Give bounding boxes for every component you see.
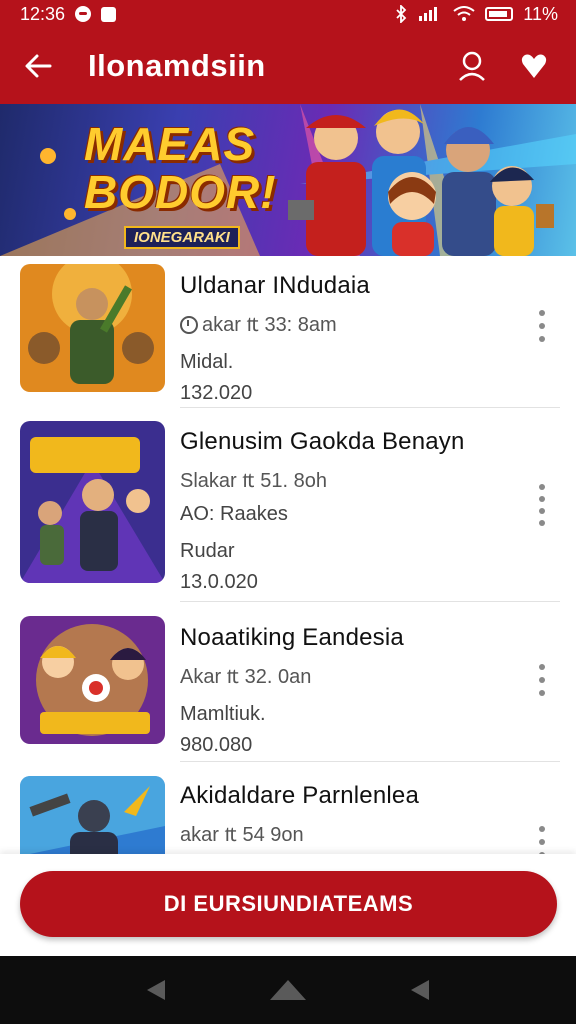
character-dark-hair [490,166,554,256]
game-category: Mamltiuk. [180,703,266,725]
nav-back-button[interactable] [134,968,178,1012]
game-thumbnail [20,776,165,854]
game-list: Uldanar INdudaia akar ₶ 33: 8am Midal. 1… [0,256,576,854]
cta-button[interactable]: DI EURSIUNDIATEAMS [20,871,557,937]
heart-icon [521,54,547,78]
profile-icon [459,51,485,81]
character-helmet [442,127,496,256]
notification-square-icon [101,6,117,22]
game-meta-text: akar ₶ 33: 8am [202,314,337,336]
game-thumbnail [20,421,165,583]
status-time: 12:36 [20,3,66,24]
game-category: Midal. [180,351,234,373]
list-item[interactable]: Uldanar INdudaia akar ₶ 33: 8am Midal. 1… [0,256,576,408]
battery-icon [485,7,514,21]
game-meta: akar ₶ 54 9on [180,824,304,846]
battery-text: 11% [523,3,558,24]
home-icon [270,980,306,1000]
clock-icon [180,316,198,334]
game-thumbnail [20,616,165,744]
banner-subtitle: IONEGARAKI [124,226,240,249]
signal-icon [419,7,438,21]
profile-button[interactable] [450,44,494,88]
banner-title-line1: MAEAS [84,118,256,170]
page-title: Ilonamdsiin [88,48,266,83]
nav-home-button[interactable] [266,968,310,1012]
promo-banner[interactable]: MAEAS BODOR! IONEGARAKI [0,104,576,256]
recent-triangle-icon [411,980,429,1000]
more-options-button[interactable] [530,822,554,854]
game-title: Akidaldare Parnlenlea [180,782,420,809]
back-arrow-icon [25,54,52,78]
list-item[interactable]: Akidaldare Parnlenlea akar ₶ 54 9on [0,762,576,854]
banner-title-line2: BODOR! [84,166,277,218]
game-title: Noaatiking Eandesia [180,624,404,651]
system-nav-bar [0,956,576,1024]
more-options-button[interactable] [530,480,554,530]
app-bar: Ilonamdsiin [0,28,576,104]
list-item[interactable]: Noaatiking Eandesia Akar ₶ 32. 0an Mamlt… [0,602,576,762]
favorite-button[interactable] [512,44,556,88]
wifi-icon [453,6,475,21]
game-title: Uldanar INdudaia [180,272,370,299]
character-red [288,115,366,256]
game-title: Glenusim Gaokda Benayn [180,428,465,455]
game-tag: AO: Raakes [180,503,288,525]
game-count: 132.020 [180,382,253,404]
notification-dot-icon [75,6,92,22]
game-category: Rudar [180,540,235,562]
game-count: 980.080 [180,734,253,756]
list-item[interactable]: Glenusim Gaokda Benayn Slakar ₶ 51. 8oh … [0,408,576,602]
back-triangle-icon [147,980,165,1000]
banner-title: MAEAS BODOR! [84,120,277,216]
game-meta: akar ₶ 33: 8am [180,310,520,337]
back-button[interactable] [0,28,76,104]
game-count: 13.0.020 [180,571,258,593]
status-bar: 12:36 11% [0,0,576,28]
game-meta: Akar ₶ 32. 0an [180,666,312,688]
game-thumbnail [20,264,165,392]
more-options-button[interactable] [530,306,554,346]
game-meta: Slakar ₶ 51. 8oh [180,470,327,492]
bluetooth-icon [396,5,407,23]
bottom-action-area: DI EURSIUNDIATEAMS [0,854,576,956]
nav-recent-button[interactable] [398,968,442,1012]
more-options-button[interactable] [530,660,554,700]
